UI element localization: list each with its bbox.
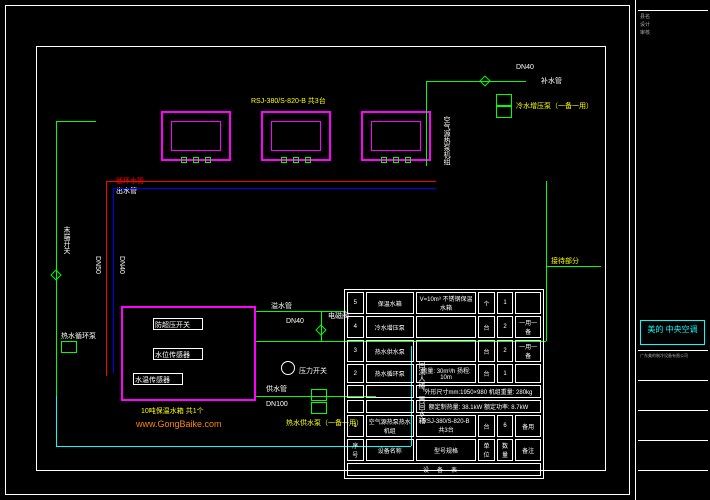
- dn100-label: DN100: [266, 401, 288, 408]
- title-block: 县名设计审核 美的 中央空调 广东美的制冷设备有限公司: [635, 0, 710, 500]
- return-valve-label: 末端开关: [61, 226, 71, 254]
- tb-field-3: [638, 440, 708, 445]
- tb-field-4: [638, 470, 708, 475]
- pipe-top-down: [426, 81, 427, 166]
- supply-label: 补水管: [541, 76, 562, 86]
- tb-field-1: [638, 380, 708, 385]
- pressure-switch: [281, 361, 295, 375]
- pipe-cyan-left-h: [56, 446, 121, 447]
- pipe-left-red-h: [106, 181, 161, 182]
- drawing-border: RSJ-380/S-820-B 共3台 空气源热泵机组 DN40 补水管 冷水增…: [5, 5, 630, 495]
- pipe-manifold-blue: [161, 188, 436, 189]
- units-header-label: RSJ-380/S-820-B 共3台: [251, 96, 326, 106]
- hot-circ-label: 热水循环泵: [61, 331, 96, 341]
- cold-pump-2: [496, 106, 512, 118]
- pipe-main-top-branch: [546, 266, 601, 267]
- pipe-manifold-red: [161, 181, 436, 182]
- watermark: www.GongBaike.com: [136, 419, 222, 429]
- pipe-main-down: [546, 181, 547, 341]
- pipe-left-red: [106, 181, 107, 376]
- tb-header: 县名设计审核: [638, 10, 708, 39]
- tank-item-1b: 水位传感器: [155, 350, 190, 360]
- pipe-return-top: [56, 121, 96, 122]
- tb-company-sub: 广东美的制冷设备有限公司: [638, 350, 708, 361]
- company-logo: 美的 中央空调: [640, 320, 705, 345]
- heat-pump-unit-2: [261, 111, 331, 161]
- cold-pump-label: 冷水增压泵（一备一用）: [516, 101, 593, 111]
- insulated-tank: 防超压开关 水位传感器 水温传感器: [121, 306, 256, 401]
- pipe-return-v: [56, 121, 57, 396]
- cold-pump-1: [496, 94, 512, 106]
- tank-item-1: 防超压开关: [155, 320, 190, 330]
- design-section-label: 接待部分: [551, 256, 579, 266]
- equipment-table: 5保温水箱V=10m³ 不锈钢保温水箱个1 4冷水增压泵台2一用一备 3热水供水…: [344, 289, 544, 479]
- units-vertical-label: 空气源热泵机组: [441, 116, 451, 165]
- dn40-solenoid-label: DN40: [286, 318, 304, 325]
- pipe-top-supply: [426, 81, 526, 82]
- pipe-left-blue: [113, 188, 114, 373]
- pipe-left-blue-h: [113, 188, 161, 189]
- pipe-cyan-left: [56, 396, 57, 446]
- hot-circ-pump: [61, 341, 77, 353]
- heat-pump-unit-3: [361, 111, 431, 161]
- dn50-label: DN50: [94, 256, 101, 274]
- dn40-top-label: DN40: [516, 64, 534, 71]
- tank-name-label: 10吨保温水箱 共1个: [141, 406, 204, 416]
- hot-supply-pump-2: [311, 402, 327, 414]
- overflow-label: 溢水管: [271, 301, 292, 311]
- heat-pump-unit-1: [161, 111, 231, 161]
- tank-item-2: 水温传感器: [135, 375, 170, 385]
- tb-field-2: [638, 410, 708, 415]
- pressure-switch-label: 压力开关: [299, 366, 327, 376]
- supply-pipe-label: 供水管: [266, 384, 287, 394]
- hot-supply-pump-1: [311, 389, 327, 401]
- dn40-v-label: DN40: [118, 256, 125, 274]
